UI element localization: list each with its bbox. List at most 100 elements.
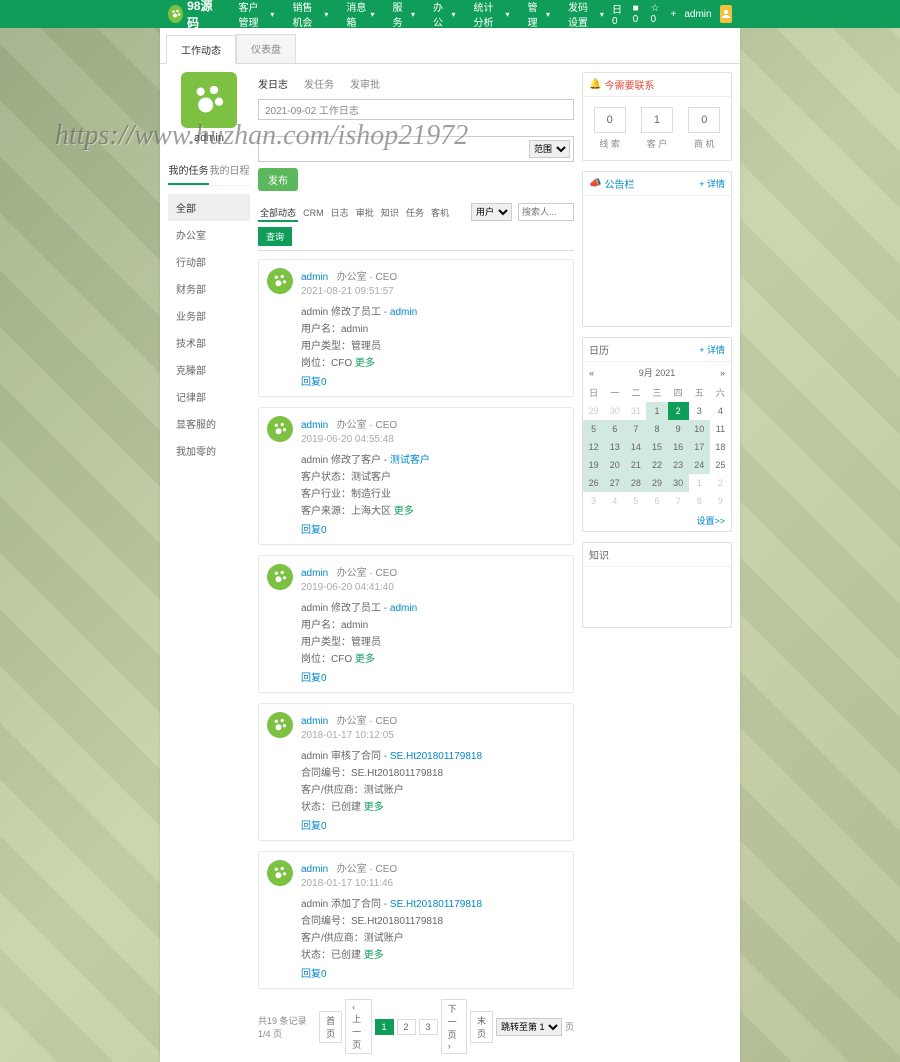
cal-day[interactable]: 27 bbox=[604, 474, 625, 492]
cal-day[interactable]: 4 bbox=[604, 492, 625, 510]
cal-day[interactable]: 5 bbox=[583, 420, 604, 438]
calendar-tools[interactable]: + 详情 bbox=[699, 343, 725, 356]
cal-prev[interactable]: « bbox=[589, 368, 594, 378]
feed-more-link[interactable]: 更多 bbox=[394, 506, 414, 517]
dept-item[interactable]: 记律部 bbox=[168, 383, 250, 410]
logo[interactable]: 98源码 bbox=[168, 0, 218, 31]
cal-day[interactable]: 6 bbox=[646, 492, 667, 510]
filter-tab[interactable]: 知识 bbox=[379, 206, 401, 220]
topnav-item[interactable]: 管 理 ▾ bbox=[519, 0, 558, 35]
cal-day[interactable]: 3 bbox=[583, 492, 604, 510]
feed-reply-link[interactable]: 回复0 bbox=[301, 817, 563, 832]
switch-my-schedule[interactable]: 我的日程 bbox=[209, 156, 250, 185]
cal-day[interactable]: 4 bbox=[710, 402, 731, 420]
kpi-item[interactable]: 0商 机 bbox=[688, 107, 720, 150]
feed-reply-link[interactable]: 回复0 bbox=[301, 521, 563, 536]
pager-page-3[interactable]: 3 bbox=[419, 1019, 438, 1035]
cal-day[interactable]: 11 bbox=[710, 420, 731, 438]
filter-tab[interactable]: 审批 bbox=[354, 206, 376, 220]
pager-last[interactable]: 末页 bbox=[470, 1011, 493, 1043]
user-avatar[interactable] bbox=[181, 72, 237, 128]
cal-day[interactable]: 8 bbox=[646, 420, 667, 438]
filter-tab[interactable]: 客机 bbox=[429, 206, 451, 220]
cal-day[interactable]: 9 bbox=[710, 492, 731, 510]
dept-item[interactable]: 办公室 bbox=[168, 221, 250, 248]
cal-day[interactable]: 14 bbox=[625, 438, 646, 456]
feed-more-link[interactable]: 更多 bbox=[364, 802, 384, 813]
dept-item[interactable]: 财务部 bbox=[168, 275, 250, 302]
dept-item[interactable]: 行动部 bbox=[168, 248, 250, 275]
post-tab-task[interactable]: 发任务 bbox=[304, 76, 334, 91]
feed-more-link[interactable]: 更多 bbox=[355, 358, 375, 369]
cal-day[interactable]: 17 bbox=[689, 438, 710, 456]
post-tab-approval[interactable]: 发审批 bbox=[350, 76, 380, 91]
filter-tab[interactable]: CRM bbox=[301, 206, 326, 220]
feed-link[interactable]: admin bbox=[390, 307, 417, 318]
subject-input[interactable] bbox=[258, 99, 574, 120]
cal-day[interactable]: 29 bbox=[646, 474, 667, 492]
cal-day[interactable]: 3 bbox=[689, 402, 710, 420]
feed-avatar-icon[interactable] bbox=[267, 268, 293, 294]
cal-day[interactable]: 31 bbox=[625, 402, 646, 420]
cal-day[interactable]: 18 bbox=[710, 438, 731, 456]
kpi-item[interactable]: 0线 索 bbox=[594, 107, 626, 150]
feed-reply-link[interactable]: 回复0 bbox=[301, 669, 563, 684]
feed-user-link[interactable]: admin bbox=[301, 420, 328, 431]
cal-day[interactable]: 19 bbox=[583, 456, 604, 474]
cal-day[interactable]: 16 bbox=[668, 438, 689, 456]
cal-day[interactable]: 30 bbox=[668, 474, 689, 492]
filter-tab[interactable]: 全部动态 bbox=[258, 206, 298, 222]
cal-day[interactable]: 7 bbox=[625, 420, 646, 438]
cal-day[interactable]: 1 bbox=[646, 402, 667, 420]
topbar-indicator[interactable]: 日 0 bbox=[612, 1, 625, 27]
pager-page-2[interactable]: 2 bbox=[397, 1019, 416, 1035]
cal-settings-link[interactable]: 设置>> bbox=[696, 516, 725, 526]
cal-day[interactable]: 2 bbox=[668, 402, 689, 420]
announce-tools[interactable]: + 详情 bbox=[699, 177, 725, 190]
feed-reply-link[interactable]: 回复0 bbox=[301, 373, 563, 388]
user-avatar-icon[interactable] bbox=[720, 5, 732, 23]
feed-avatar-icon[interactable] bbox=[267, 564, 293, 590]
cal-day[interactable]: 15 bbox=[646, 438, 667, 456]
topnav-item[interactable]: 销售机会 ▾ bbox=[284, 0, 336, 35]
cal-day[interactable]: 1 bbox=[689, 474, 710, 492]
cal-day[interactable]: 26 bbox=[583, 474, 604, 492]
feed-user-link[interactable]: admin bbox=[301, 716, 328, 727]
dept-item[interactable]: 技术部 bbox=[168, 329, 250, 356]
cal-day[interactable]: 7 bbox=[668, 492, 689, 510]
feed-link[interactable]: SE.Ht201801179818 bbox=[390, 899, 482, 910]
filter-tab[interactable]: 任务 bbox=[404, 206, 426, 220]
topbar-indicator[interactable]: ■ 0 bbox=[633, 3, 643, 25]
cal-day[interactable]: 5 bbox=[625, 492, 646, 510]
cal-day[interactable]: 21 bbox=[625, 456, 646, 474]
cal-day[interactable]: 28 bbox=[625, 474, 646, 492]
cal-day[interactable]: 6 bbox=[604, 420, 625, 438]
filter-search-button[interactable]: 查询 bbox=[258, 227, 292, 246]
cal-day[interactable]: 9 bbox=[668, 420, 689, 438]
filter-tab[interactable]: 日志 bbox=[329, 206, 351, 220]
cal-day[interactable]: 20 bbox=[604, 456, 625, 474]
cal-day[interactable]: 25 bbox=[710, 456, 731, 474]
topbar-indicator[interactable]: + bbox=[670, 9, 676, 20]
pager-next[interactable]: 下一页 › bbox=[441, 999, 467, 1054]
feed-reply-link[interactable]: 回复0 bbox=[301, 965, 563, 980]
feed-more-link[interactable]: 更多 bbox=[355, 654, 375, 665]
topnav-item[interactable]: 服 务 ▾ bbox=[385, 0, 424, 35]
tab-work-feed[interactable]: 工作动态 bbox=[166, 35, 236, 64]
feed-link[interactable]: admin bbox=[390, 603, 417, 614]
feed-user-link[interactable]: admin bbox=[301, 272, 328, 283]
cal-day[interactable]: 29 bbox=[583, 402, 604, 420]
switch-my-tasks[interactable]: 我的任务 bbox=[168, 156, 209, 185]
kpi-item[interactable]: 1客 户 bbox=[641, 107, 673, 150]
cal-day[interactable]: 13 bbox=[604, 438, 625, 456]
dept-item[interactable]: 我加零的 bbox=[168, 437, 250, 464]
filter-search-input[interactable] bbox=[518, 203, 574, 221]
range-select[interactable]: 范围 bbox=[529, 140, 570, 158]
topnav-item[interactable]: 统计分析 ▾ bbox=[466, 0, 518, 35]
publish-button[interactable]: 发布 bbox=[258, 168, 298, 191]
topnav-item[interactable]: 客户管理 ▾ bbox=[230, 0, 282, 35]
pager-first[interactable]: 首页 bbox=[319, 1011, 342, 1043]
dept-item[interactable]: 业务部 bbox=[168, 302, 250, 329]
feed-link[interactable]: SE.Ht201801179818 bbox=[390, 751, 482, 762]
dept-item[interactable]: 全部 bbox=[168, 194, 250, 221]
